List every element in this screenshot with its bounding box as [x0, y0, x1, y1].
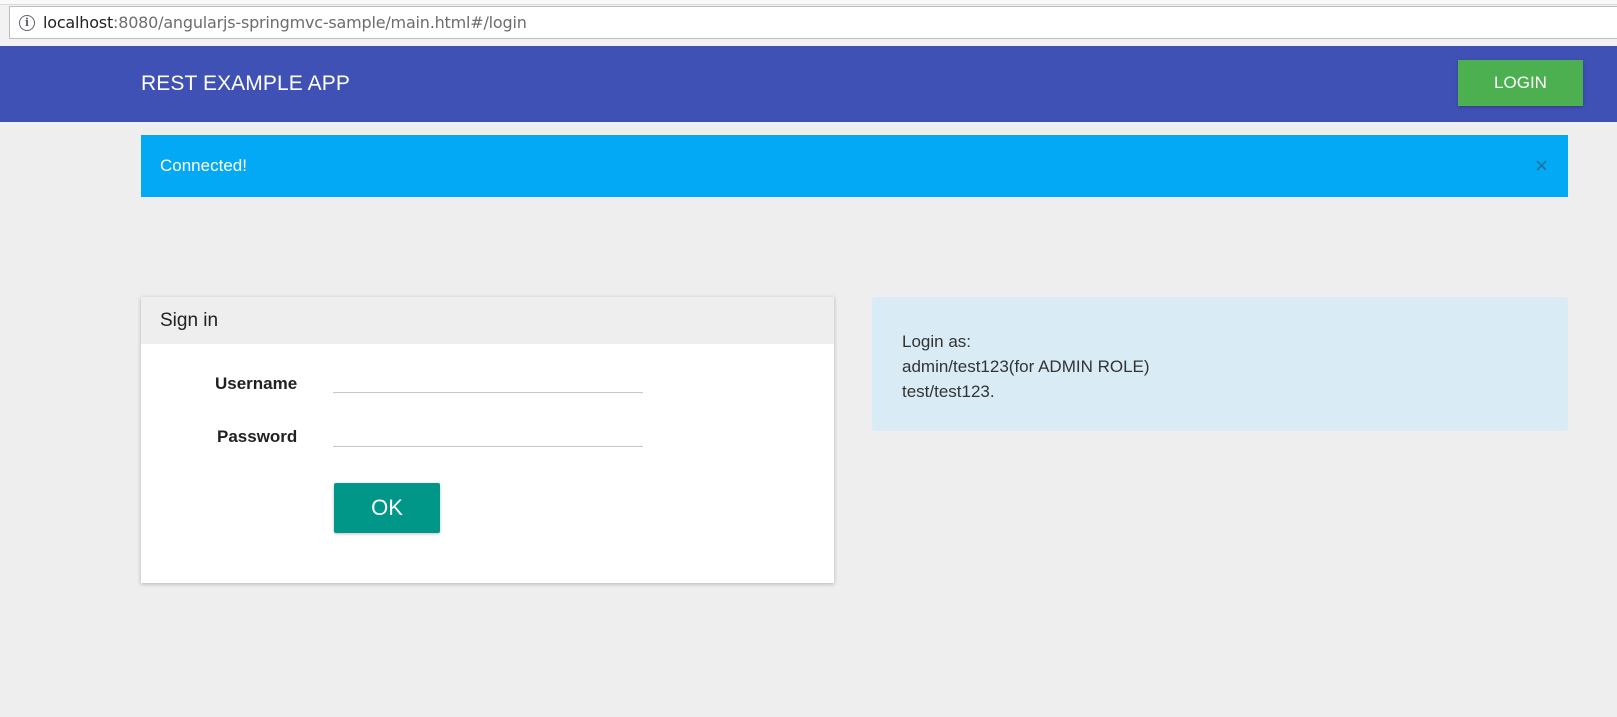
url-host: localhost	[43, 13, 114, 32]
info-icon[interactable]: i	[19, 14, 35, 31]
app-navbar: REST EXAMPLE APP LOGIN	[0, 46, 1617, 122]
alert-message: Connected!	[160, 156, 247, 175]
hint-line: Login as:	[902, 332, 971, 351]
ok-button[interactable]: OK	[334, 483, 440, 533]
username-label: Username	[215, 374, 298, 393]
browser-toolbar: i localhost:8080/angularjs-springmvc-sam…	[0, 0, 1617, 46]
signin-panel: Sign in Username Password OK	[141, 297, 834, 583]
connected-alert: Connected! ×	[141, 135, 1568, 197]
close-icon[interactable]: ×	[1535, 135, 1548, 197]
hint-line: test/test123.	[902, 382, 995, 401]
login-hint-box: Login as: admin/test123(for ADMIN ROLE) …	[872, 297, 1568, 431]
app-brand[interactable]: REST EXAMPLE APP	[141, 46, 350, 122]
url-path: :8080/angularjs-springmvc-sample/main.ht…	[113, 13, 527, 32]
signin-heading: Sign in	[141, 297, 834, 344]
login-button[interactable]: LOGIN	[1458, 60, 1583, 106]
password-label: Password	[217, 427, 298, 446]
username-input[interactable]	[333, 367, 643, 393]
tab-strip	[0, 0, 1617, 5]
password-input[interactable]	[333, 421, 643, 447]
hint-line: admin/test123(for ADMIN ROLE)	[902, 357, 1150, 376]
url-text[interactable]: localhost:8080/angularjs-springmvc-sampl…	[43, 13, 527, 32]
address-bar[interactable]: i localhost:8080/angularjs-springmvc-sam…	[9, 6, 1617, 39]
